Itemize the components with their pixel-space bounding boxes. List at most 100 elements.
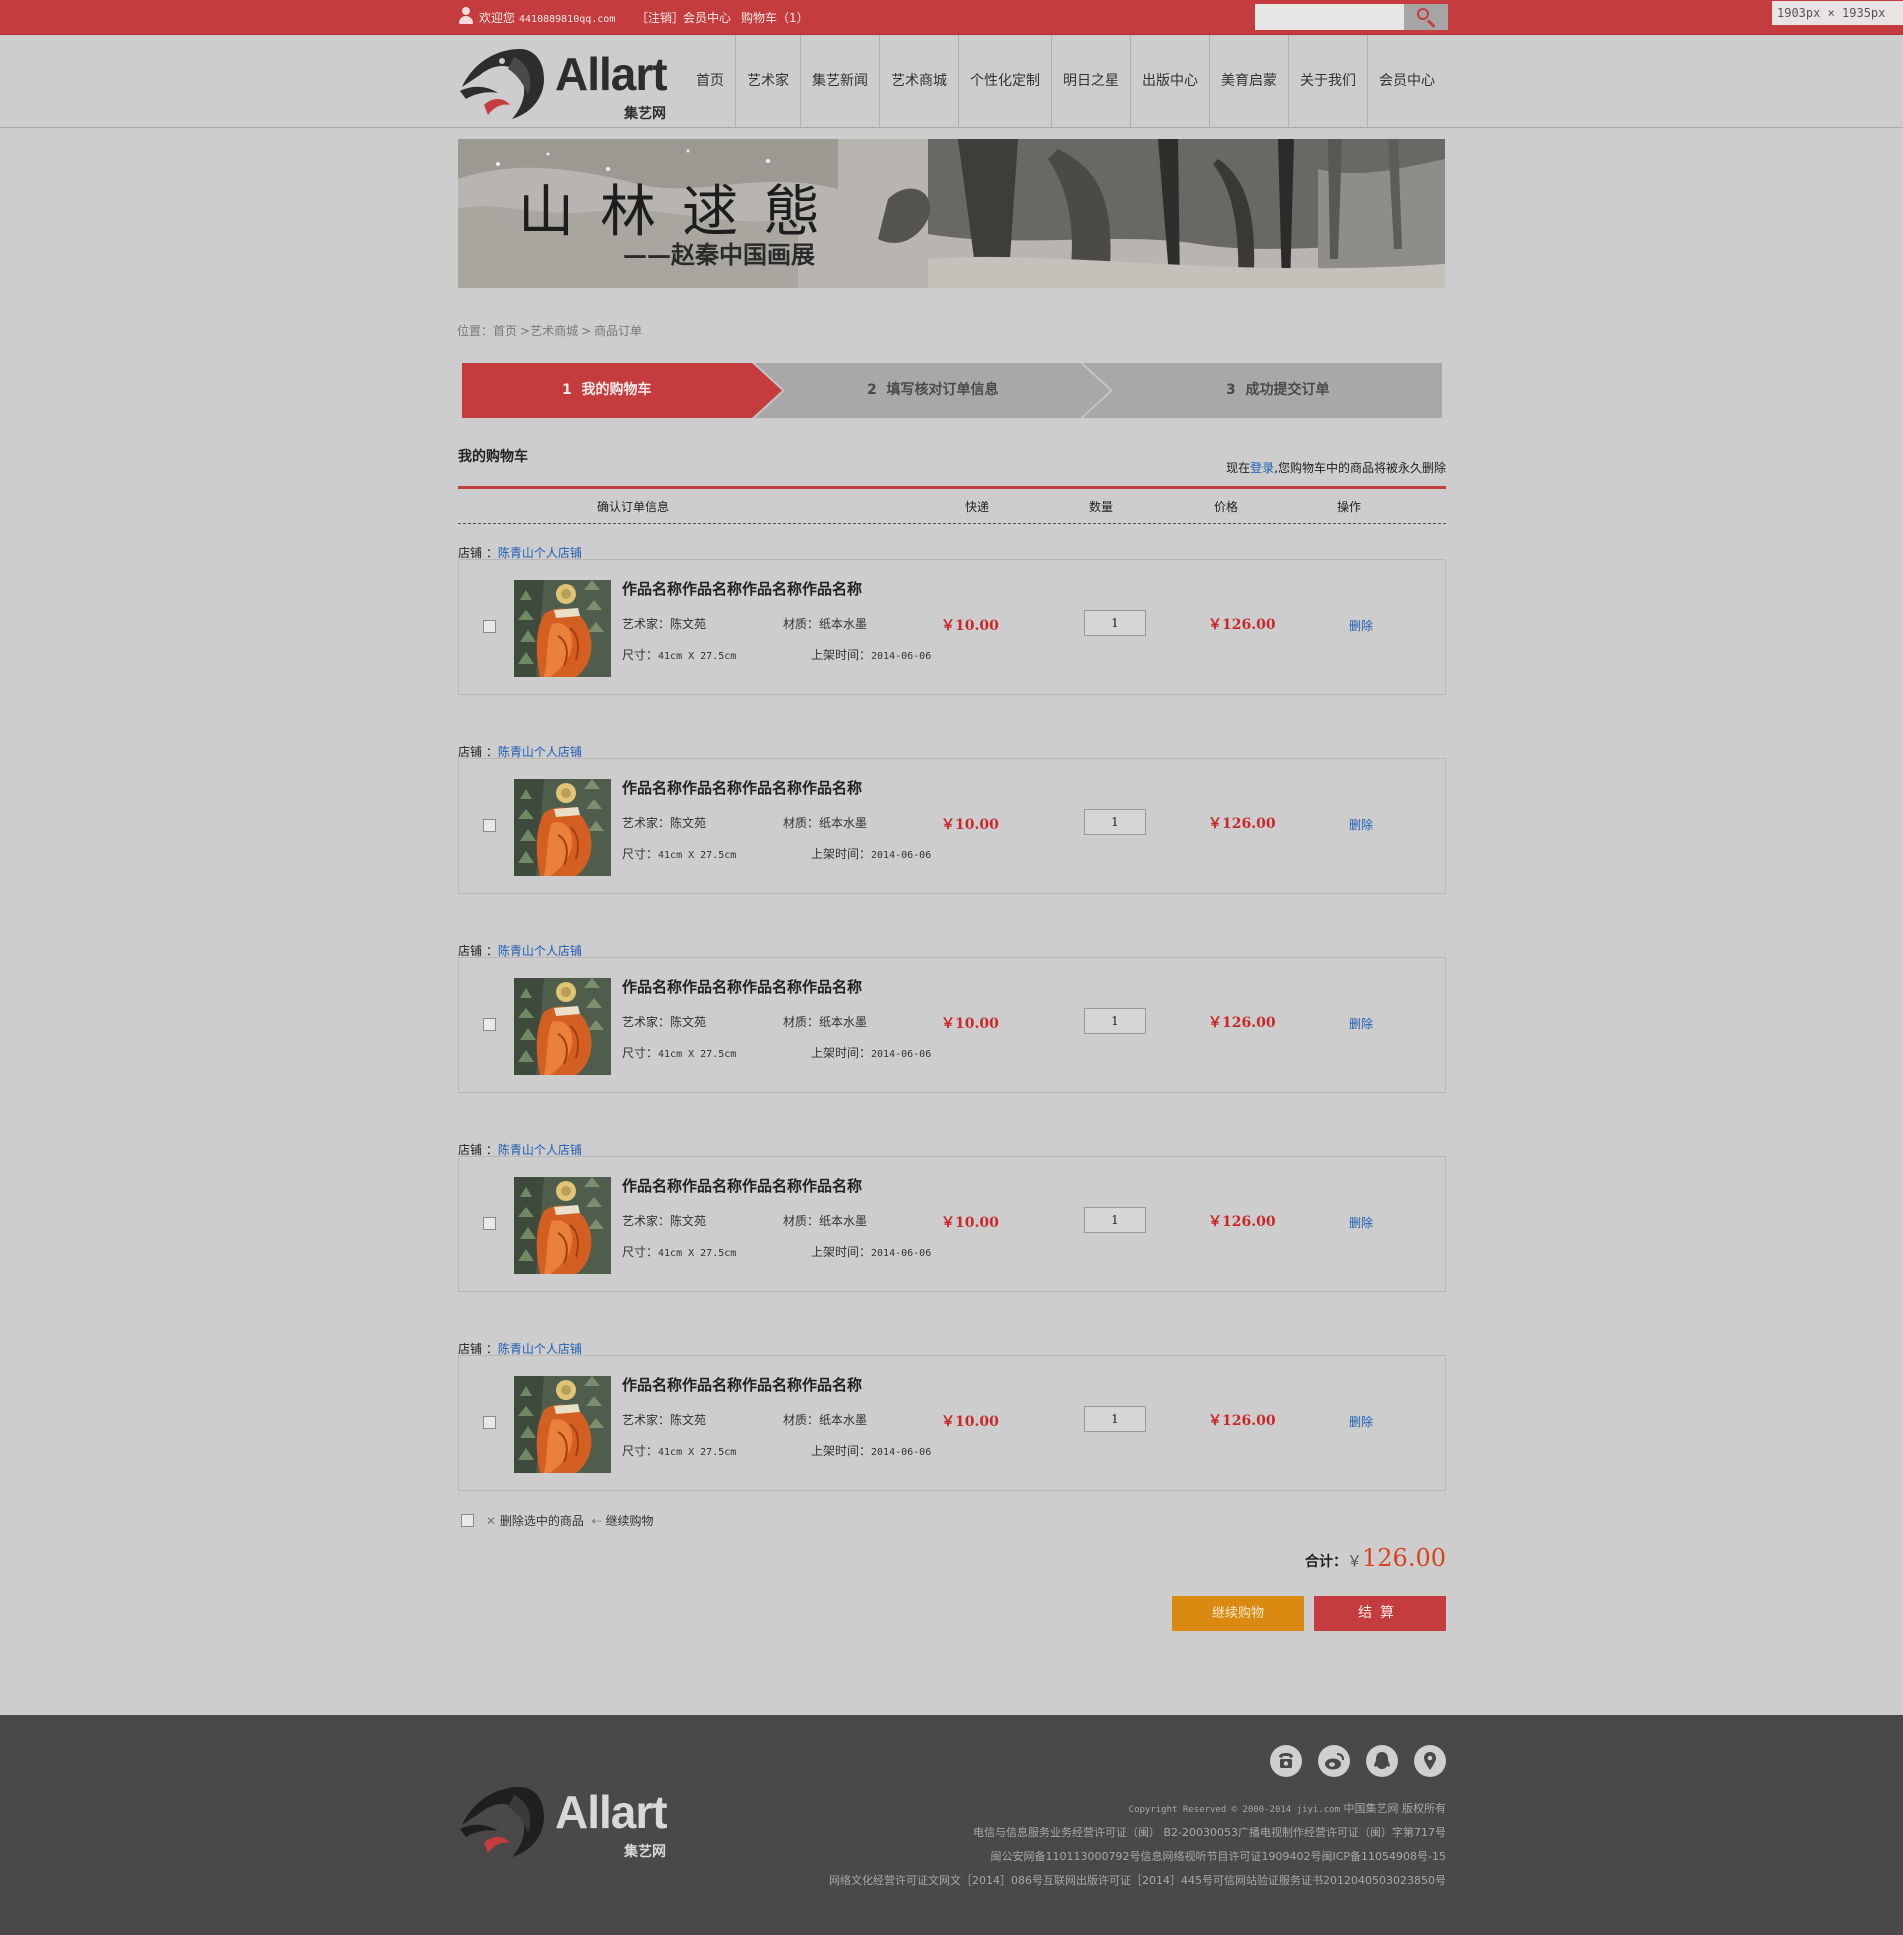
login-link[interactable]: 登录 xyxy=(1250,461,1274,475)
nav-item-publishing[interactable]: 出版中心 xyxy=(1131,35,1209,128)
item-thumbnail[interactable] xyxy=(514,580,611,677)
location-icon[interactable] xyxy=(1414,1745,1446,1777)
delete-item-link[interactable]: 删除 xyxy=(1349,1413,1373,1430)
quantity-input[interactable]: 1 xyxy=(1084,1406,1146,1432)
quantity-input[interactable]: 1 xyxy=(1084,610,1146,636)
item-checkbox[interactable] xyxy=(483,819,496,832)
item-size: 尺寸：41cm X 27.5cm xyxy=(622,1442,736,1459)
item-name[interactable]: 作品名称作品名称作品名称作品名称 xyxy=(622,1374,862,1395)
weibo-icon[interactable] xyxy=(1318,1745,1350,1777)
item-shipping: ￥10.00 xyxy=(941,1414,999,1430)
item-size-label: 尺寸： xyxy=(622,1046,659,1060)
top-bar-inner: 欢迎您 4410889810qq.com ［注销］ 会员中心 购物车（1） xyxy=(458,0,1448,35)
item-artist: 艺术家：陈文苑 xyxy=(622,617,707,631)
item-date-value: 2014-06-06 xyxy=(871,1049,932,1060)
item-thumbnail[interactable] xyxy=(514,1376,611,1473)
step-2: 2 填写核对订单信息 xyxy=(867,363,999,418)
item-name[interactable]: 作品名称作品名称作品名称作品名称 xyxy=(622,976,862,997)
column-order-info: 确认订单信息 xyxy=(597,500,670,514)
quantity-input[interactable]: 1 xyxy=(1084,1008,1146,1034)
item-checkbox[interactable] xyxy=(483,1018,496,1031)
item-price: ￥126.00 xyxy=(1208,1413,1276,1429)
site-logo[interactable]: Allart 集艺网 xyxy=(458,45,683,123)
item-name[interactable]: 作品名称作品名称作品名称作品名称 xyxy=(622,1175,862,1196)
delete-item-link[interactable]: 删除 xyxy=(1349,1015,1373,1032)
delete-item-link[interactable]: 删除 xyxy=(1349,1214,1373,1231)
item-size-label: 尺寸： xyxy=(622,648,659,662)
shop-name-link[interactable]: 陈青山个人店铺 xyxy=(498,1143,582,1157)
footer-logo-name: Allart xyxy=(555,1786,668,1838)
header: Allart 集艺网 首页 艺术家 集艺新闻 艺术商城 个性化定制 明日之星 出… xyxy=(0,35,1903,128)
footer: Allart 集艺网 Copyright Reserved © 2000-201… xyxy=(0,1715,1903,1935)
item-checkbox[interactable] xyxy=(483,1217,496,1230)
item-thumbnail[interactable] xyxy=(514,1177,611,1274)
continue-shopping-button[interactable]: 继续购物 xyxy=(1172,1596,1304,1631)
footer-logo-mark-icon xyxy=(460,1787,544,1857)
select-all-checkbox[interactable] xyxy=(461,1514,474,1527)
nav-item-about[interactable]: 关于我们 xyxy=(1289,35,1367,128)
breadcrumb-home[interactable]: 位置：首页 xyxy=(457,324,517,338)
search-input[interactable] xyxy=(1255,4,1404,30)
checkout-button[interactable]: 结算 xyxy=(1314,1596,1446,1631)
item-date-value: 2014-06-06 xyxy=(871,850,932,861)
user-icon xyxy=(458,7,474,25)
delete-item-link[interactable]: 删除 xyxy=(1349,617,1373,634)
item-artist: 艺术家：陈文苑 xyxy=(622,816,707,830)
item-date-value: 2014-06-06 xyxy=(871,1447,932,1458)
item-thumbnail[interactable] xyxy=(514,978,611,1075)
back-arrow-icon: ⇠ xyxy=(591,1514,602,1528)
item-price: ￥126.00 xyxy=(1208,617,1276,633)
item-size-label: 尺寸： xyxy=(622,1245,659,1259)
quantity-input[interactable]: 1 xyxy=(1084,1207,1146,1233)
shop-name-link[interactable]: 陈青山个人店铺 xyxy=(498,546,582,560)
welcome-text: 欢迎您 4410889810qq.com xyxy=(479,9,615,26)
nav-item-artists[interactable]: 艺术家 xyxy=(736,35,800,128)
item-date-value: 2014-06-06 xyxy=(871,1248,932,1259)
shop-name-link[interactable]: 陈青山个人店铺 xyxy=(498,745,582,759)
item-date-label: 上架时间： xyxy=(811,1245,872,1259)
item-name[interactable]: 作品名称作品名称作品名称作品名称 xyxy=(622,578,862,599)
item-material: 材质：纸本水墨 xyxy=(783,617,868,631)
item-size: 尺寸：41cm X 27.5cm xyxy=(622,646,736,663)
member-center-link[interactable]: 会员中心 xyxy=(683,9,731,26)
item-name[interactable]: 作品名称作品名称作品名称作品名称 xyxy=(622,777,862,798)
logout-link[interactable]: ［注销］ xyxy=(636,9,684,26)
shop-name-link[interactable]: 陈青山个人店铺 xyxy=(498,1342,582,1356)
item-thumbnail[interactable] xyxy=(514,779,611,876)
qq-icon[interactable] xyxy=(1366,1745,1398,1777)
nav-item-home[interactable]: 首页 xyxy=(683,35,737,128)
breadcrumb-mall[interactable]: >艺术商城 xyxy=(520,324,578,338)
delete-selected-link[interactable]: 删除选中的商品 xyxy=(500,1514,584,1528)
continue-shopping-link[interactable]: 继续购物 xyxy=(605,1514,653,1528)
step-2-label: 填写核对订单信息 xyxy=(886,382,999,398)
shop-prefix: 店铺 ： xyxy=(458,944,498,958)
nav-item-aesthetic-education[interactable]: 美育启蒙 xyxy=(1210,35,1288,128)
artwork-image xyxy=(514,978,611,1075)
search-button[interactable] xyxy=(1404,4,1448,30)
item-checkbox[interactable] xyxy=(483,620,496,633)
step-3-label: 成功提交订单 xyxy=(1245,382,1330,398)
item-artist: 艺术家：陈文苑 xyxy=(622,1413,707,1427)
cart-title: 我的购物车 xyxy=(458,449,528,465)
nav-item-rising-stars[interactable]: 明日之星 xyxy=(1052,35,1130,128)
delete-item-link[interactable]: 删除 xyxy=(1349,816,1373,833)
footer-logo[interactable]: Allart 集艺网 xyxy=(458,1783,683,1861)
artwork-image xyxy=(514,1376,611,1473)
cart-link[interactable]: 购物车（1） xyxy=(741,9,809,26)
nav-item-news[interactable]: 集艺新闻 xyxy=(801,35,879,128)
step-1-number: 1 xyxy=(562,382,572,398)
shop-name-link[interactable]: 陈青山个人店铺 xyxy=(498,944,582,958)
quantity-input[interactable]: 1 xyxy=(1084,809,1146,835)
nav-item-custom[interactable]: 个性化定制 xyxy=(959,35,1051,128)
item-date: 上架时间：2014-06-06 xyxy=(811,1044,931,1061)
nav-item-member-center[interactable]: 会员中心 xyxy=(1368,35,1446,128)
item-size-value: 41cm X 27.5cm xyxy=(658,850,737,861)
exhibition-banner[interactable]: 山林逑態 ——赵秦中国画展 xyxy=(458,139,1445,288)
step-3: 3 成功提交订单 xyxy=(1226,363,1330,418)
phone-icon[interactable] xyxy=(1270,1745,1302,1777)
item-material: 材质：纸本水墨 xyxy=(783,1413,868,1427)
item-size-label: 尺寸： xyxy=(622,1444,659,1458)
nav-item-art-mall[interactable]: 艺术商城 xyxy=(880,35,958,128)
logo-mark-icon xyxy=(460,49,544,119)
item-checkbox[interactable] xyxy=(483,1416,496,1429)
